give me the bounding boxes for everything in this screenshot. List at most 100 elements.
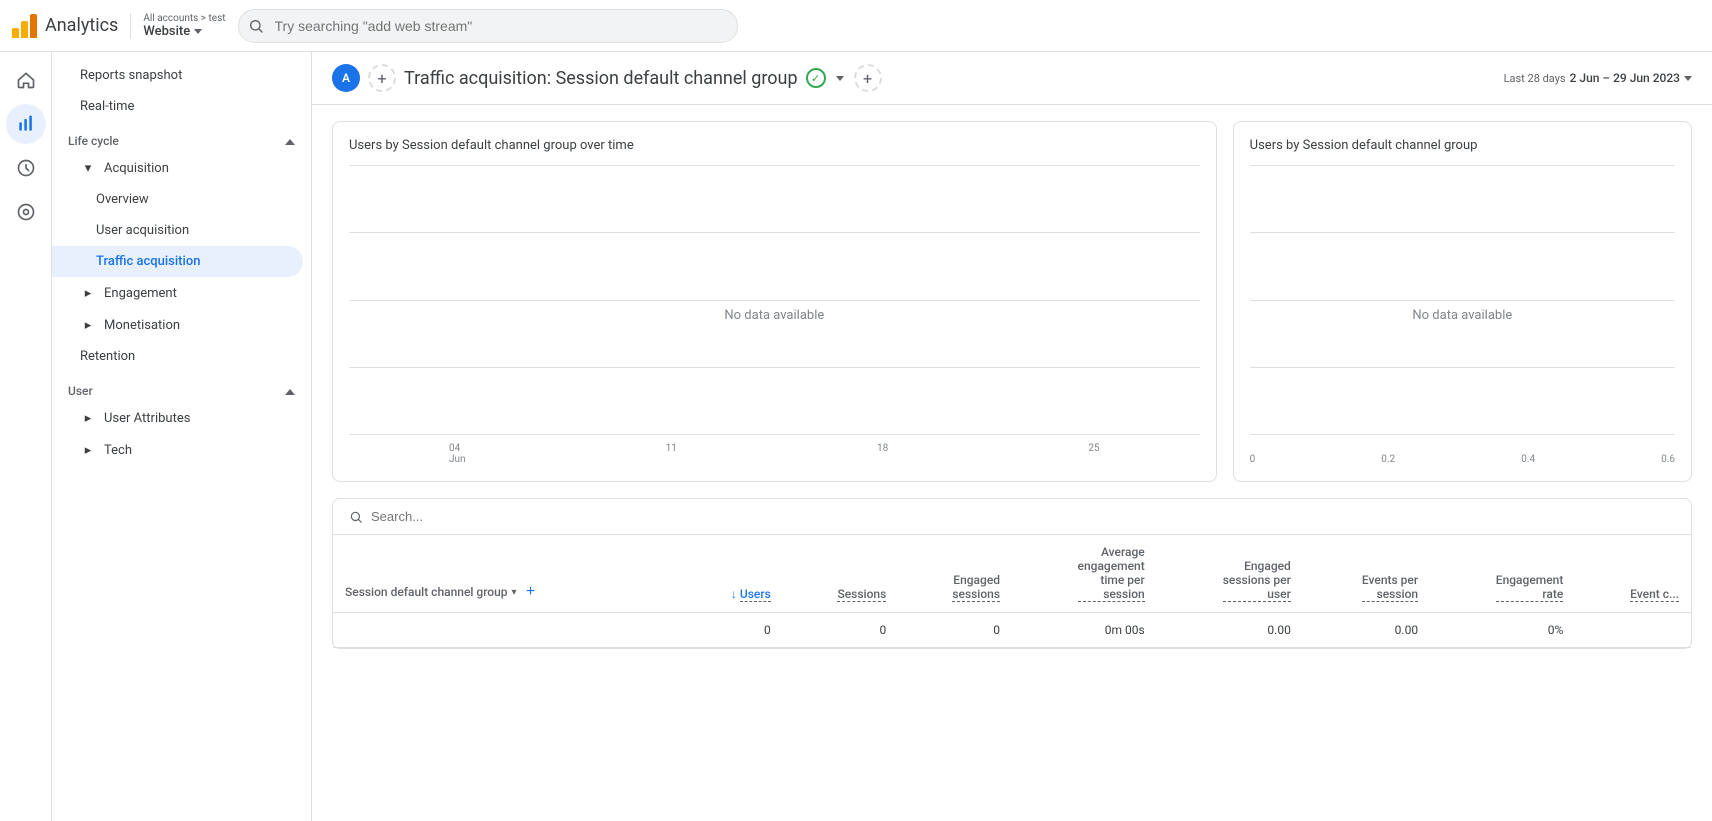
col-header-dimension-inner: Session default channel group ▾ +	[345, 582, 669, 602]
col-header-avg-inner: Averageengagementtime persession	[1024, 545, 1145, 602]
user-collapse-btn[interactable]	[285, 384, 295, 398]
user-section-header[interactable]: User	[52, 372, 311, 402]
col-header-events-per-session[interactable]: Events persession	[1303, 535, 1430, 613]
sidebar-item-user-attributes[interactable]: ▸ User Attributes	[52, 402, 311, 434]
title-dropdown-button[interactable]	[830, 74, 850, 83]
chart-grid-lines	[1250, 165, 1675, 435]
col-header-sessions[interactable]: Sessions	[783, 535, 899, 613]
x-axis-labels: 04Jun 11 18 25	[349, 443, 1200, 465]
line-chart-body: No data available 04Jun 11 18 25	[349, 165, 1200, 465]
grid-line	[1250, 232, 1675, 233]
table-search-row	[333, 499, 1691, 535]
sidebar-item-acquisition[interactable]: ▾ Acquisition	[52, 152, 311, 184]
left-nav	[0, 52, 52, 821]
topbar: Analytics All accounts > test Website	[0, 0, 1712, 52]
app-logo: Analytics	[12, 14, 118, 38]
table-search-input[interactable]	[371, 509, 1675, 524]
expand-icon: ▸	[80, 285, 96, 301]
add-dimension-button[interactable]: +	[521, 582, 541, 602]
cell-event-count	[1575, 613, 1691, 648]
table-search-icon	[349, 510, 363, 524]
donut-chart-title: Users by Session default channel group	[1250, 138, 1675, 153]
nav-icon-advertising[interactable]	[6, 192, 46, 232]
col-header-engaged-per-user[interactable]: Engagedsessions peruser	[1157, 535, 1303, 613]
chevron-down-icon	[194, 29, 202, 34]
line-chart-panel: Users by Session default channel group o…	[332, 121, 1217, 482]
grid-line	[349, 165, 1200, 166]
nav-icon-explore[interactable]	[6, 148, 46, 188]
col-header-engaged-per-user-inner: Engagedsessions peruser	[1169, 559, 1291, 602]
table-container: Session default channel group ▾ + ↓ User…	[333, 535, 1691, 648]
content: A + Traffic acquisition: Session default…	[312, 52, 1712, 821]
grid-line	[1250, 300, 1675, 301]
col-header-engagement-rate[interactable]: Engagementrate	[1430, 535, 1575, 613]
search-input[interactable]	[238, 9, 738, 43]
donut-chart-body: No data available 0 0.2 0.4 0.6	[1250, 165, 1675, 465]
nav-icon-home[interactable]	[6, 60, 46, 100]
search-wrapper	[238, 9, 738, 43]
check-circle-icon: ✓	[806, 68, 826, 88]
chevron-down-icon	[836, 76, 844, 81]
chevron-up-icon	[285, 389, 295, 395]
charts-row: Users by Session default channel group o…	[332, 121, 1692, 482]
chart-grid-lines	[349, 165, 1200, 435]
page-title: Traffic acquisition: Session default cha…	[404, 68, 798, 89]
expand-icon: ▸	[80, 317, 96, 333]
table-row: 0 0 0 0m 00s 0.00 0.00 0%	[333, 613, 1691, 648]
col-header-event-count-inner: Event c...	[1587, 587, 1679, 602]
sidebar-item-monetisation[interactable]: ▸ Monetisation	[52, 309, 311, 341]
expand-icon: ▸	[80, 442, 96, 458]
sidebar-item-retention[interactable]: Retention	[52, 341, 311, 372]
page-title-row: A + Traffic acquisition: Session default…	[332, 64, 882, 92]
col-header-engaged-inner: Engagedsessions	[910, 573, 1000, 602]
search-bar	[238, 9, 738, 43]
add-comparison-button[interactable]: +	[368, 64, 396, 92]
col-header-users[interactable]: ↓ Users	[681, 535, 782, 613]
grid-line	[1250, 165, 1675, 166]
cell-users: 0	[681, 613, 782, 648]
lifecycle-collapse-btn[interactable]	[285, 134, 295, 148]
dimension-dropdown-icon[interactable]: ▾	[512, 587, 517, 598]
sidebar-item-user-acquisition[interactable]: User acquisition	[52, 215, 311, 246]
logo-icon	[12, 14, 37, 38]
sidebar-item-tech[interactable]: ▸ Tech	[52, 434, 311, 466]
content-header: A + Traffic acquisition: Session default…	[312, 52, 1712, 105]
sidebar-item-engagement[interactable]: ▸ Engagement	[52, 277, 311, 309]
sidebar-item-reports-snapshot[interactable]: Reports snapshot	[52, 60, 311, 91]
col-header-dimension[interactable]: Session default channel group ▾ +	[333, 535, 681, 613]
results-table: Session default channel group ▾ + ↓ User…	[333, 535, 1691, 648]
account-name: Website	[143, 24, 225, 39]
date-range-chevron-icon	[1684, 76, 1692, 81]
col-header-events-inner: Events persession	[1315, 573, 1418, 602]
col-header-users-inner: ↓ Users	[693, 587, 770, 602]
sidebar-item-traffic-acquisition[interactable]: Traffic acquisition	[52, 246, 303, 277]
lifecycle-section-header[interactable]: Life cycle	[52, 122, 311, 152]
sidebar-item-real-time[interactable]: Real-time	[52, 91, 311, 122]
grid-line	[349, 300, 1200, 301]
cell-engaged-per-user: 0.00	[1157, 613, 1303, 648]
col-header-engaged-sessions[interactable]: Engagedsessions	[898, 535, 1012, 613]
expand-icon: ▸	[80, 410, 96, 426]
grid-line	[349, 232, 1200, 233]
col-header-event-count[interactable]: Event c...	[1575, 535, 1691, 613]
col-header-avg-engagement[interactable]: Averageengagementtime persession	[1012, 535, 1157, 613]
account-selector[interactable]: All accounts > test Website	[130, 13, 225, 39]
donut-chart-panel: Users by Session default channel group N…	[1233, 121, 1692, 482]
cell-dimension	[333, 613, 681, 648]
expand-icon: ▾	[80, 160, 96, 176]
cell-engagement-rate: 0%	[1430, 613, 1575, 648]
search-icon	[248, 18, 264, 34]
account-breadcrumb: All accounts > test	[143, 13, 225, 24]
grid-line	[1250, 434, 1675, 435]
col-header-sessions-inner: Sessions	[795, 587, 887, 602]
grid-line	[1250, 367, 1675, 368]
data-table: Session default channel group ▾ + ↓ User…	[332, 498, 1692, 649]
line-chart-title: Users by Session default channel group o…	[349, 138, 1200, 153]
nav-icon-reports[interactable]	[6, 104, 46, 144]
date-range-selector[interactable]: Last 28 days 2 Jun – 29 Jun 2023	[1504, 71, 1692, 85]
sidebar-item-overview[interactable]: Overview	[52, 184, 311, 215]
add-report-button[interactable]: +	[854, 64, 882, 92]
cell-avg-engagement: 0m 00s	[1012, 613, 1157, 648]
main-layout: Reports snapshot Real-time Life cycle ▾ …	[0, 52, 1712, 821]
cell-sessions: 0	[783, 613, 899, 648]
